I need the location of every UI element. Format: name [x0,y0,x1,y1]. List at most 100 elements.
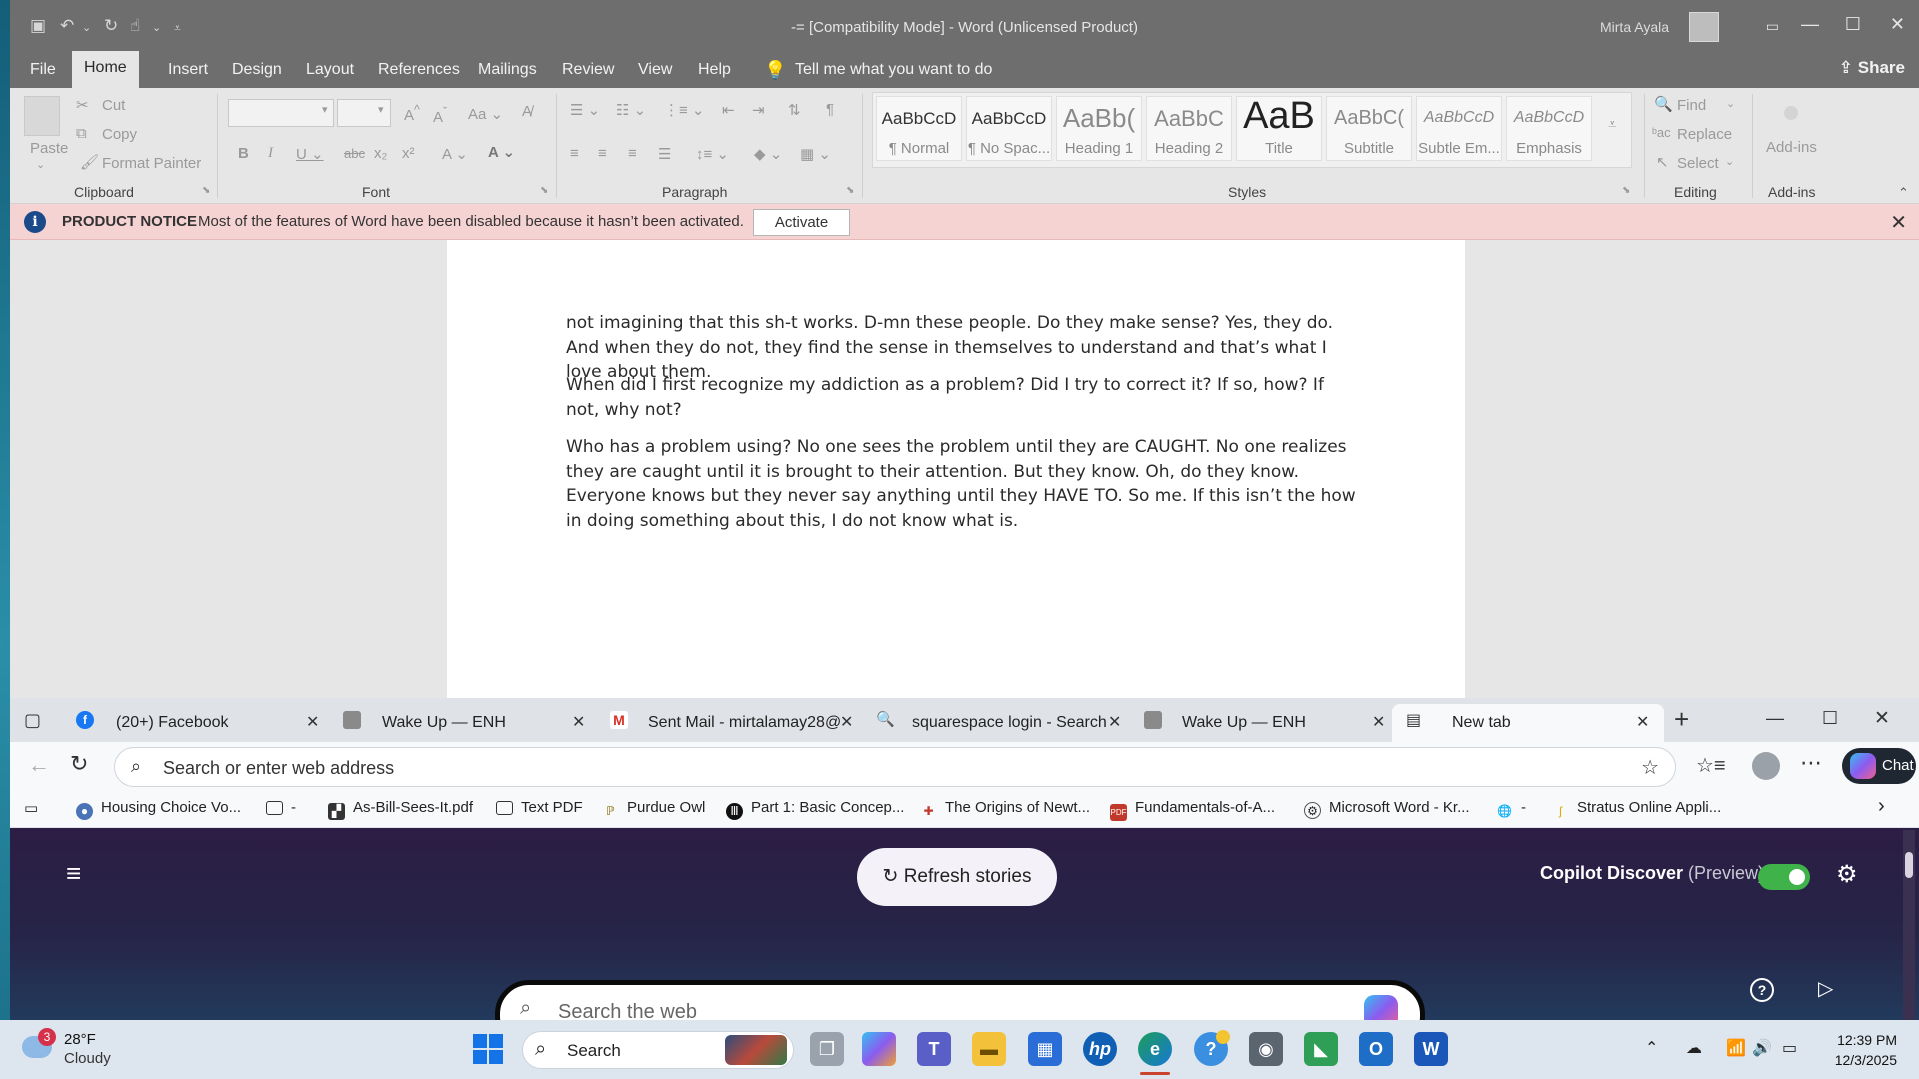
close-tab-icon[interactable]: ✕ [306,712,319,732]
tab-new-tab[interactable]: New tab [1392,704,1664,742]
back-icon[interactable]: ← [28,752,50,778]
start-button[interactable] [473,1034,503,1064]
maximize-icon[interactable]: ☐ [1822,708,1838,729]
refresh-stories-button[interactable]: ↻ Refresh stories [857,848,1057,906]
chat-button[interactable]: Chat [1842,748,1916,784]
align-right-icon[interactable]: ≡ [628,145,637,162]
italic-icon[interactable]: I [268,145,273,162]
tab-design[interactable]: Design [232,61,282,79]
collapse-ribbon-icon[interactable]: ⌃ [1898,185,1909,201]
favorite-as-bill-sees-it[interactable]: ▞ As-Bill-Sees-It.pdf [328,799,473,820]
user-name[interactable]: Mirta Ayala [1600,19,1669,35]
battery-icon[interactable]: ▭ [1782,1038,1797,1058]
style-emphasis[interactable]: AaBbCcD Emphasis [1506,96,1592,161]
decrease-indent-icon[interactable]: ⇤ [722,101,735,119]
activate-button[interactable]: Activate [753,209,850,236]
styles-launcher-icon[interactable]: ⬊ [1622,185,1630,196]
tab-review[interactable]: Review [562,61,614,79]
onedrive-icon[interactable]: ☁ [1686,1038,1702,1058]
tab-wake-up-1[interactable]: Wake Up — ENH [330,704,595,742]
style-heading-1[interactable]: AaBb(Heading 1 [1056,96,1142,161]
tab-view[interactable]: View [638,61,672,79]
sheets-icon[interactable]: ◣ [1304,1032,1338,1066]
document-page[interactable]: not imagining that this sh-t works. D-mn… [447,240,1465,700]
favorite-globe[interactable]: 🌐 - [1496,799,1526,820]
justify-icon[interactable]: ☰ [658,145,671,163]
favorite-folder[interactable]: - [266,799,296,816]
styles-more-icon[interactable]: ⩡ [1608,116,1616,133]
help-icon[interactable]: ? [1750,978,1774,1002]
taskbar-search[interactable]: ⌕ Search [522,1031,794,1069]
bullets-icon[interactable]: ☰ ⌄ [570,101,600,119]
style-subtitle[interactable]: AaBbC(Subtitle [1326,96,1412,161]
copilot-icon[interactable] [1364,995,1398,1020]
favorite-purdue-owl[interactable]: ℙ Purdue Owl [602,799,705,820]
paste-dropdown-icon[interactable]: ⌄ [36,158,45,171]
close-tab-icon[interactable]: ✕ [1372,712,1385,732]
borders-icon[interactable]: ▦ ⌄ [800,145,831,163]
close-icon[interactable]: ✕ [1890,14,1905,35]
favorite-microsoft-word[interactable]: ⚙ Microsoft Word - Kr... [1304,799,1470,819]
copilot-icon[interactable] [862,1032,896,1066]
find-dropdown-icon[interactable]: ⌄ [1726,97,1735,110]
tell-me-search[interactable]: Tell me what you want to do [795,61,992,79]
font-name-dropdown-icon[interactable]: ▾ [322,103,328,116]
weather-widget[interactable]: 3 28°F Cloudy [16,1028,196,1072]
replace-button[interactable]: Replace [1677,126,1732,143]
reload-icon[interactable]: ↻ [70,751,88,777]
style-normal[interactable]: AaBbCcD ¶ Normal [876,96,962,161]
shading-icon[interactable]: ◆ ⌄ [754,145,782,163]
align-center-icon[interactable]: ≡ [598,145,607,162]
new-tab-icon[interactable]: + [1674,704,1689,735]
menu-icon[interactable]: ≡ [66,858,81,889]
font-size-dropdown-icon[interactable]: ▾ [378,103,384,116]
camera-icon[interactable]: ◉ [1249,1032,1283,1066]
minimize-icon[interactable]: — [1766,708,1784,729]
tab-insert[interactable]: Insert [168,61,208,79]
format-painter-button[interactable]: Format Painter [102,155,201,172]
font-name-box[interactable] [228,99,334,127]
paste-button[interactable]: Paste [30,140,68,157]
system-clock[interactable]: 12:39 PM 12/3/2025 [1835,1030,1897,1070]
favorite-star-icon[interactable]: ☆ [1641,755,1659,780]
multilevel-list-icon[interactable]: ⋮≡ ⌄ [664,101,705,119]
minimize-icon[interactable]: — [1801,14,1819,35]
tab-sent-mail[interactable]: Sent Mail - mirtalamay28@g [600,704,865,742]
style-title[interactable]: AaB Title [1236,96,1322,161]
settings-gear-icon[interactable]: ⚙ [1836,860,1858,889]
chevron-right-icon[interactable]: › [1878,795,1885,818]
align-left-icon[interactable]: ≡ [570,145,579,162]
tab-squarespace-search[interactable]: squarespace login - Search [868,704,1133,742]
favorite-stratus[interactable]: ʃ Stratus Online Appli... [1552,799,1721,820]
style-no-spacing[interactable]: AaBbCcD ¶ No Spac... [966,96,1052,161]
tab-file[interactable]: File [30,61,56,79]
scrollbar-thumb[interactable] [1905,852,1913,878]
tab-help[interactable]: Help [698,61,731,79]
tab-home[interactable]: Home [72,51,139,88]
clipboard-launcher-icon[interactable]: ⬊ [202,185,210,196]
copilot-discover-toggle[interactable] [1758,864,1810,890]
address-bar[interactable]: ⌕ Search or enter web address ☆ [114,747,1676,787]
scrollbar[interactable] [1903,830,1915,1020]
show-formatting-icon[interactable]: ¶ [826,101,834,118]
underline-icon[interactable]: U ⌄ [296,145,324,163]
find-button[interactable]: Find [1677,97,1706,114]
close-tab-icon[interactable]: ✕ [840,712,854,732]
cut-button[interactable]: Cut [102,97,125,114]
shrink-font-icon[interactable]: Aˇ [433,105,447,126]
grow-font-icon[interactable]: A^ [404,103,420,124]
change-case-icon[interactable]: Aa ⌄ [468,105,503,123]
file-explorer-icon[interactable]: ▬ [972,1032,1006,1066]
select-dropdown-icon[interactable]: ⌄ [1725,155,1734,168]
teams-icon[interactable]: T [917,1032,951,1066]
subscript-icon[interactable]: x₂ [374,145,387,162]
favorite-origins-newt[interactable]: ✚ The Origins of Newt... [920,799,1090,820]
tab-references[interactable]: References [378,61,460,79]
volume-icon[interactable]: 🔊 [1752,1038,1772,1058]
more-options-icon[interactable]: ⋯ [1800,750,1822,776]
favorite-part-1[interactable]: Ⅲ Part 1: Basic Concep... [726,799,904,820]
hp-icon[interactable]: hp [1083,1032,1117,1066]
style-heading-2[interactable]: AaBbC Heading 2 [1146,96,1232,161]
paste-icon[interactable] [24,96,60,136]
style-subtle-emphasis[interactable]: AaBbCcD Subtle Em... [1416,96,1502,161]
